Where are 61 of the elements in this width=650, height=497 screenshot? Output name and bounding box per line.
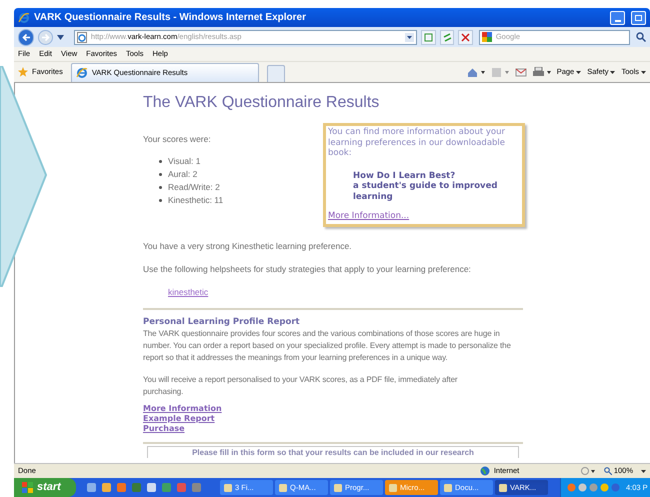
app-icon — [334, 484, 342, 492]
book-subtitle: a student's guide to improved learning — [353, 181, 498, 202]
start-button[interactable]: start — [14, 478, 76, 497]
report-link[interactable]: Example Report — [143, 414, 215, 424]
app-icon — [499, 484, 507, 492]
four-squares-icon — [22, 482, 33, 493]
magnifier-icon — [604, 467, 612, 475]
bullet-icon — [159, 160, 162, 162]
score-item: Read/Write: 2 — [168, 181, 220, 193]
more-information-link[interactable]: More Information... — [328, 211, 520, 222]
scores-intro: Your scores were: — [143, 133, 212, 145]
globe-icon — [480, 466, 490, 476]
printer-icon — [532, 66, 551, 78]
score-item: Kinesthetic: 11 — [168, 194, 224, 206]
stop-button[interactable] — [458, 30, 473, 44]
bullet-icon — [159, 198, 162, 202]
helpsheet-link[interactable]: kinesthetic — [168, 286, 208, 298]
mail-icon — [514, 66, 527, 78]
minimize-button[interactable] — [610, 10, 625, 24]
caret-icon — [641, 70, 646, 74]
app-icon — [224, 484, 232, 492]
dropdown-icon — [405, 32, 414, 42]
page-icon — [76, 32, 87, 42]
page-heading: The VARK Questionnaire Results — [143, 93, 380, 113]
square-icon — [424, 32, 434, 42]
caret-icon — [610, 70, 616, 74]
forward-arrow-icon — [41, 32, 50, 42]
restore-button[interactable] — [631, 10, 646, 24]
refresh-button[interactable] — [440, 30, 454, 44]
helpsheets-intro: Use the following helpsheets for study strategies that apply to your learning preference: — [143, 263, 472, 275]
report-link[interactable]: Purchase — [143, 424, 185, 434]
bullet-icon — [159, 186, 162, 188]
security-icon — [580, 466, 596, 476]
book-title: How Do I Learn Best? — [353, 170, 456, 181]
report-heading: Personal Learning Profile Report — [143, 316, 301, 328]
info-text: You can find more information about your learning preferences in our downloadable book: — [328, 127, 506, 158]
window-title: VARK Questionnaire Results - Windows Internet Explorer — [34, 11, 306, 25]
score-item: Aural: 2 — [168, 168, 198, 180]
close-icon — [461, 32, 470, 42]
app-icon — [389, 484, 397, 492]
app-icon — [444, 484, 452, 492]
form-note: Please fill in this form so that your results can be included in our research — [147, 446, 519, 458]
app-icon — [279, 484, 287, 492]
caret-icon — [576, 70, 582, 74]
report-paragraph: You will receive a report personalised to your VARK scores, as a PDF file, immediately after purchasing. — [143, 374, 458, 398]
star-icon — [18, 67, 28, 77]
search-provider-icon — [482, 32, 492, 42]
report-link[interactable]: More Information — [143, 404, 222, 414]
dropdown-icon — [641, 470, 646, 472]
forward-button[interactable] — [38, 30, 53, 44]
report-paragraph: The VARK questionnaire provides four scores and the various combinations of those scores are huge in number. You can order a report based on your specialized profile. Every attempt is made to personalize the report so that it addresses the meanings from your learning preferences in a unique way. — [143, 328, 512, 364]
new-tab-button[interactable] — [266, 65, 285, 82]
home-icon — [466, 66, 485, 78]
dropdown-icon — [56, 34, 64, 40]
compatibility-button[interactable] — [421, 30, 436, 44]
back-button[interactable] — [18, 28, 34, 46]
preference-text: You have a very strong Kinesthetic learning preference. — [143, 240, 353, 252]
score-item: Visual: 1 — [168, 155, 200, 167]
bullet-icon — [159, 172, 162, 176]
search-icon — [636, 32, 646, 42]
back-arrow-icon — [22, 32, 31, 42]
